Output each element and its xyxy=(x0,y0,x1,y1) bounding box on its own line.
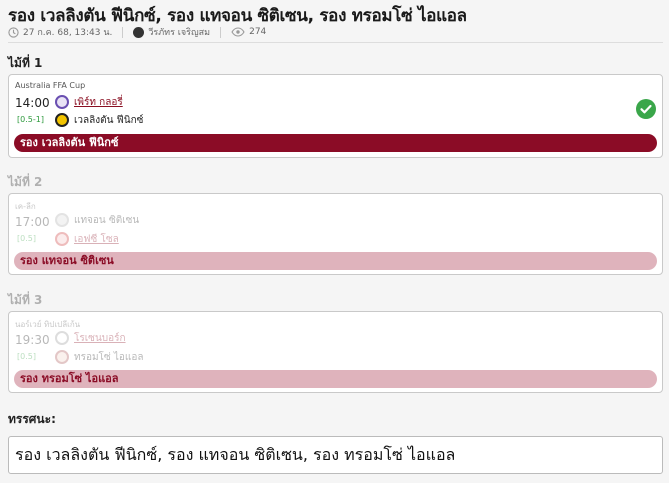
summary-label: ทรรศนะ: xyxy=(8,412,56,426)
pick-bar: รอง แทจอน ซิติเซน xyxy=(14,252,657,270)
handicap: [0.5] xyxy=(17,352,36,361)
pick-bar: รอง เวลลิงตัน ฟีนิกซ์ xyxy=(14,134,657,152)
team-home: แทจอน ซิติเซน xyxy=(55,212,139,228)
clock-icon xyxy=(8,26,19,38)
pair-label-2: ไม้ที่ 2 xyxy=(8,175,43,189)
club-crest-icon xyxy=(55,350,69,364)
team-away: เวลลิงตัน ฟีนิกซ์ xyxy=(55,112,143,128)
author-meta[interactable]: วีรภัทร เจริญสม xyxy=(133,25,210,39)
divider xyxy=(8,42,663,43)
avatar xyxy=(133,26,145,38)
club-crest-icon xyxy=(55,95,69,109)
kickoff-time: 17:00 xyxy=(15,215,50,229)
league-name: เค-ลีก xyxy=(15,202,36,211)
team-away-name[interactable]: เอฟซี โซล xyxy=(74,232,119,247)
check-icon xyxy=(636,99,656,119)
team-away: ทรอมโซ่ ไอแอล xyxy=(55,349,144,365)
team-home: โรเซนบอร์ก xyxy=(55,330,126,346)
kickoff-time: 14:00 xyxy=(15,96,50,110)
author-name[interactable]: วีรภัทร เจริญสม xyxy=(148,25,210,39)
pair-label-1: ไม้ที่ 1 xyxy=(8,56,43,70)
handicap: [0.5-1] xyxy=(17,115,44,124)
team-home-name: แทจอน ซิติเซน xyxy=(74,214,140,226)
team-away: เอฟซี โซล xyxy=(55,231,119,247)
meta-divider xyxy=(122,26,124,38)
match-card-2: เค-ลีก 17:00 [0.5] แทจอน ซิติเซน เอฟซี โ… xyxy=(8,193,663,275)
handicap: [0.5] xyxy=(17,234,36,243)
pair-label-3: ไม้ที่ 3 xyxy=(8,293,43,307)
league-name: Australia FFA Cup xyxy=(15,81,86,90)
team-away-name: ทรอมโซ่ ไอแอล xyxy=(74,351,144,363)
team-home: เพิร์ท กลอรี่ xyxy=(55,94,123,110)
post-date: 27 ก.ค. 68, 13:43 น. xyxy=(23,28,113,38)
team-home-name[interactable]: เพิร์ท กลอรี่ xyxy=(74,95,123,110)
match-card-3: นอร์เวย์ ทิปเปลีเก้น 19:30 [0.5] โรเซนบอ… xyxy=(8,311,663,393)
pick-bar: รอง ทรอมโซ่ ไอแอล xyxy=(14,370,657,388)
view-count: 274 xyxy=(249,27,267,37)
team-home-name[interactable]: โรเซนบอร์ก xyxy=(74,331,126,346)
eye-icon xyxy=(231,27,245,37)
match-card-1: Australia FFA Cup 14:00 [0.5-1] เพิร์ท ก… xyxy=(8,74,663,158)
meta-divider xyxy=(220,26,222,38)
date-meta: 27 ก.ค. 68, 13:43 น. xyxy=(8,25,112,39)
meta-row: 27 ก.ค. 68, 13:43 น. วีรภัทร เจริญสม 274 xyxy=(8,24,266,40)
kickoff-time: 19:30 xyxy=(15,333,50,347)
club-crest-icon xyxy=(55,113,69,127)
club-crest-icon xyxy=(55,232,69,246)
article-header: รอง เวลลิงตัน ฟีนิกซ์, รอง แทจอน ซิติเซน… xyxy=(8,2,663,38)
club-crest-icon xyxy=(55,213,69,227)
summary-box: รอง เวลลิงตัน ฟีนิกซ์, รอง แทจอน ซิติเซน… xyxy=(8,436,663,474)
club-crest-icon xyxy=(55,331,69,345)
team-away-name: เวลลิงตัน ฟีนิกซ์ xyxy=(74,114,144,126)
views-meta: 274 xyxy=(231,27,266,37)
